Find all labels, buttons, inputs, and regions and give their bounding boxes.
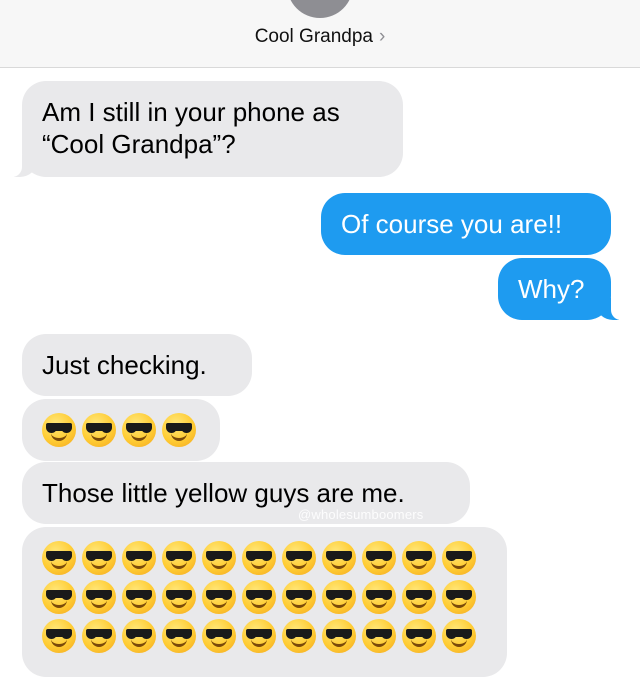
incoming-message[interactable]: Just checking.: [22, 334, 252, 396]
sunglasses-face-icon: [282, 619, 316, 653]
sunglasses-face-icon: [322, 541, 356, 575]
sunglasses-face-icon: [122, 580, 156, 614]
message-text: Why?: [518, 274, 585, 304]
sunglasses-face-icon: [162, 580, 196, 614]
sunglasses-face-icon: [82, 580, 116, 614]
sunglasses-face-icon: [42, 580, 76, 614]
sunglasses-face-icon: [82, 619, 116, 653]
sunglasses-face-icon: [202, 619, 236, 653]
sunglasses-face-icon: [42, 619, 76, 653]
watermark-text: @wholesumboomers: [298, 507, 424, 522]
sunglasses-face-icon: [42, 541, 76, 575]
outgoing-message[interactable]: Why?: [498, 258, 629, 320]
sunglasses-face-icon: [122, 619, 156, 653]
emoji-grid: [42, 541, 487, 658]
sunglasses-face-icon: [122, 541, 156, 575]
sunglasses-face-icon: [162, 619, 196, 653]
sunglasses-face-icon: [402, 541, 436, 575]
sunglasses-face-icon: [362, 541, 396, 575]
sunglasses-face-icon: [282, 580, 316, 614]
sunglasses-face-icon: [162, 413, 196, 447]
message-text: Those little yellow guys are me.: [42, 478, 405, 508]
contact-name-label: Cool Grandpa: [254, 26, 373, 47]
sunglasses-face-icon: [242, 619, 276, 653]
outgoing-message[interactable]: Of course you are!!: [321, 193, 611, 255]
sunglasses-face-icon: [402, 580, 436, 614]
sunglasses-face-icon: [42, 413, 76, 447]
message-text: Just checking.: [42, 350, 207, 380]
message-text: Of course you are!!: [341, 209, 563, 239]
sunglasses-face-icon: [82, 541, 116, 575]
incoming-message[interactable]: Am I still in your phone as “Cool Grandp…: [4, 81, 403, 177]
sunglasses-face-icon: [362, 619, 396, 653]
sunglasses-face-icon: [122, 413, 156, 447]
sunglasses-face-icon: [322, 580, 356, 614]
contact-name-button[interactable]: Cool Grandpa ›: [0, 25, 640, 49]
sunglasses-face-icon: [442, 580, 476, 614]
contact-avatar-icon[interactable]: [287, 0, 353, 18]
sunglasses-face-icon: [82, 413, 116, 447]
sunglasses-face-icon: [162, 541, 196, 575]
sunglasses-face-icon: [402, 619, 436, 653]
emoji-row: [42, 413, 200, 447]
sunglasses-face-icon: [202, 580, 236, 614]
incoming-emoji-message[interactable]: [22, 527, 507, 677]
sunglasses-face-icon: [442, 541, 476, 575]
sunglasses-face-icon: [202, 541, 236, 575]
sunglasses-face-icon: [242, 580, 276, 614]
incoming-emoji-message[interactable]: [22, 399, 220, 461]
sunglasses-face-icon: [322, 619, 356, 653]
chevron-right-icon: ›: [378, 26, 386, 47]
sunglasses-face-icon: [362, 580, 396, 614]
sunglasses-face-icon: [282, 541, 316, 575]
sunglasses-face-icon: [442, 619, 476, 653]
conversation-header: Cool Grandpa ›: [0, 0, 640, 68]
sunglasses-face-icon: [242, 541, 276, 575]
message-text: Am I still in your phone as “Cool Grandp…: [42, 97, 340, 159]
